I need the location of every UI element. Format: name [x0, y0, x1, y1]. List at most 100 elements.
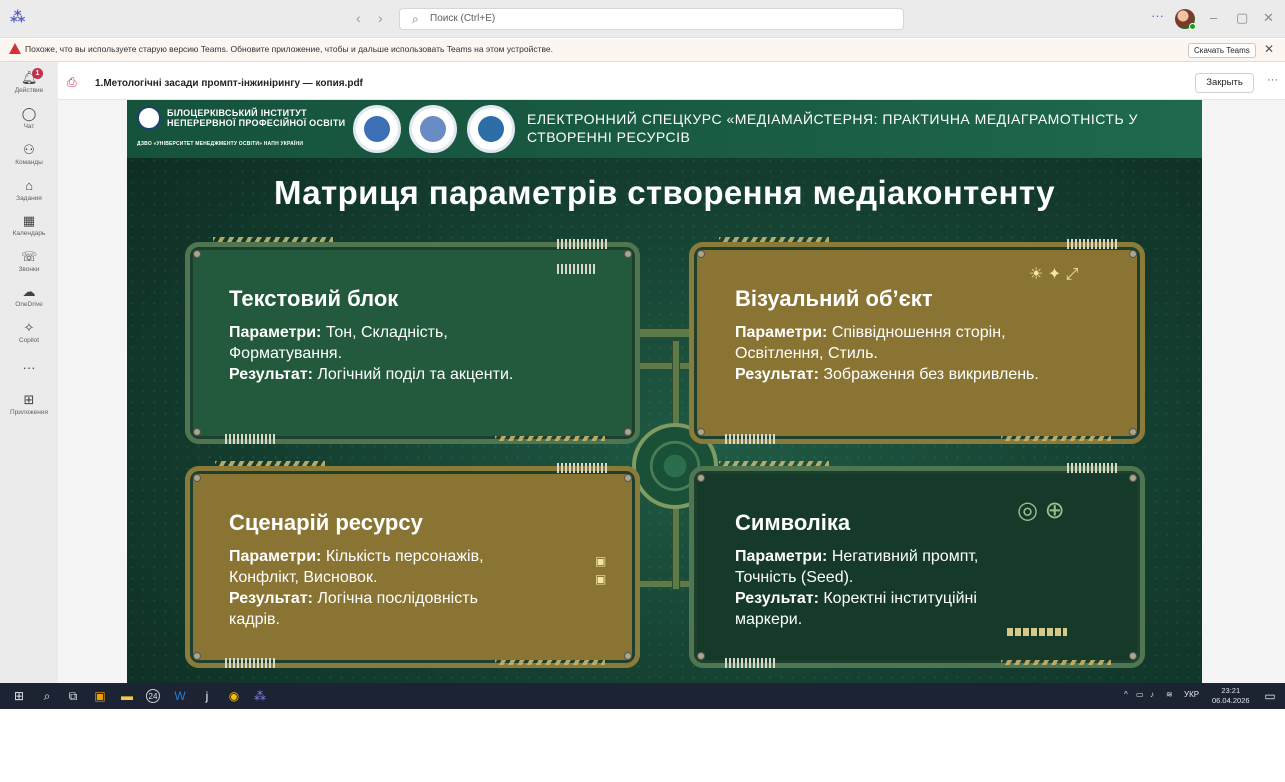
barcode-decoration [1067, 463, 1117, 473]
slide-heading: Матриця параметрів створення медіаконтен… [274, 174, 1055, 211]
rail-item-activity[interactable]: 🔔︎ 1 Действие [0, 68, 58, 94]
notification-badge: 1 [32, 68, 43, 79]
dismiss-warning-button[interactable]: ✕ [1264, 42, 1274, 56]
panel-title: Сценарій ресурсу [229, 510, 423, 535]
rail-item-assignments[interactable]: ⌂ Задания [0, 178, 58, 202]
rail-item-more[interactable]: ··· [0, 360, 58, 375]
hazard-stripe [213, 237, 333, 242]
rail-label: Copilot [18, 337, 40, 344]
institute-subtitle: ДЗВО «УНІВЕРСИТЕТ МЕНЕДЖМЕНТУ ОСВІТИ» НА… [137, 141, 304, 147]
rail-item-teams[interactable]: ⚇ Команды [0, 142, 58, 166]
rail-item-chat[interactable]: ◯ Чат [0, 106, 58, 130]
app-icon[interactable]: ▣ [93, 689, 107, 703]
barcode-decoration [557, 463, 607, 473]
partner-logo-icon [409, 105, 457, 153]
rail-label: Чат [23, 123, 35, 130]
windows-start-icon[interactable]: ⊞ [12, 689, 26, 703]
pdf-file-icon: ⎙ [67, 75, 77, 89]
search-input[interactable]: ⌕ Поиск (Ctrl+E) [399, 8, 904, 30]
course-title-line1: ЕЛЕКТРОННИЙ СПЕЦКУРС «МЕДІАМАЙСТЕРНЯ: ПР… [527, 111, 1138, 127]
hazard-stripe [495, 436, 605, 441]
panel-params: Параметри: Тон, Складність, [229, 324, 448, 341]
panel-result-cont: кадрів. [229, 611, 280, 628]
search-icon[interactable]: ⌕ [40, 689, 54, 703]
copilot-icon: ✧ [23, 320, 35, 335]
download-teams-button[interactable]: Скачать Teams [1188, 43, 1256, 58]
warning-icon [9, 43, 21, 54]
barcode-decoration [225, 434, 275, 444]
network-icon[interactable]: ≋ [1166, 690, 1173, 699]
panel-result: Результат: Коректні інституційні [735, 590, 977, 607]
notifications-center-icon[interactable]: ▭ [1263, 689, 1277, 703]
warning-text: Похоже, что вы используете старую версию… [25, 44, 553, 54]
minimize-button[interactable]: – [1210, 8, 1217, 28]
slide-banner: БІЛОЦЕРКІВСЬКИЙ ІНСТИТУТ НЕПЕРЕРВНОЇ ПРО… [127, 100, 1202, 158]
rail-item-onedrive[interactable]: ☁︎ OneDrive [0, 284, 58, 308]
rail-label: Звонки [18, 266, 40, 273]
update-warning-bar: Похоже, что вы используете старую версию… [0, 39, 1285, 62]
rail-item-copilot[interactable]: ✧ Copilot [0, 320, 58, 344]
brightness-icon: ☀ ✦ ⤢ [1029, 266, 1079, 283]
search-placeholder: Поиск (Ctrl+E) [430, 13, 496, 24]
title-bar: ⁂ ‹ › ⌕ Поиск (Ctrl+E) ··· – ▢ ✕ [0, 0, 1285, 38]
teams-logo-icon: ⁂ [10, 9, 26, 26]
barcode-decoration [225, 658, 275, 668]
word-icon[interactable]: W [173, 689, 187, 703]
rail-item-apps[interactable]: ⊞ Приложения [0, 392, 58, 416]
target-icon: ◎ ⊕ [1017, 497, 1065, 524]
phone-icon: ☏ [21, 249, 38, 264]
clock-date: 06.04.2026 [1212, 696, 1250, 705]
panel-result: Результат: Зображення без викривлень. [735, 366, 1039, 383]
barcode-decoration [1067, 239, 1117, 249]
close-document-button[interactable]: Закрыть [1195, 73, 1254, 93]
barcode-decoration [557, 264, 597, 274]
document-title: 1.Метологічні засади промпт-інжинірингу … [95, 78, 363, 89]
pdf-page: БІЛОЦЕРКІВСЬКИЙ ІНСТИТУТ НЕПЕРЕРВНОЇ ПРО… [127, 100, 1202, 683]
file-explorer-icon[interactable]: ▬ [120, 689, 134, 703]
panel-result-cont: маркери. [735, 611, 803, 628]
notification-count-icon[interactable]: 24 [146, 689, 160, 703]
search-icon: ⌕ [412, 12, 419, 26]
back-button[interactable]: ‹ [356, 10, 361, 26]
chrome-icon[interactable]: ◉ [227, 689, 241, 703]
panel-result: Результат: Логічний поділ та акценти. [229, 366, 514, 383]
hazard-stripe [215, 461, 325, 466]
teams-taskbar-icon[interactable]: ⁂ [253, 689, 267, 703]
journal-app-icon[interactable]: j [200, 689, 214, 703]
assignments-icon: ⌂ [25, 178, 33, 193]
partner-logo-icon [353, 105, 401, 153]
hazard-stripe [1001, 436, 1111, 441]
more-options-button[interactable]: ··· [1151, 8, 1165, 23]
panel-params-cont: Освітлення, Стиль. [735, 345, 878, 362]
panel-title: Візуальний об’єкт [735, 286, 933, 311]
forward-button[interactable]: › [378, 10, 383, 26]
panel-params-cont: Форматування. [229, 345, 343, 362]
document-header: ⎙ 1.Метологічні засади промпт-інжиніринг… [58, 62, 1285, 100]
document-more-button[interactable]: ··· [1267, 74, 1278, 86]
add-app-icon: ⊞ [23, 392, 35, 407]
presence-status-icon [1189, 23, 1196, 30]
tray-overflow-icon[interactable]: ^ [1124, 690, 1128, 699]
progress-decoration [1007, 628, 1067, 636]
app-rail: 🔔︎ 1 Действие ◯ Чат ⚇ Команды ⌂ Задания … [0, 62, 58, 683]
rail-label: Действие [14, 87, 44, 94]
rail-item-calls[interactable]: ☏ Звонки [0, 249, 58, 273]
panel-result: Результат: Логічна послідовність [229, 590, 478, 607]
course-title: ЕЛЕКТРОННИЙ СПЕЦКУРС «МЕДІАМАЙСТЕРНЯ: ПР… [527, 110, 1202, 146]
restore-button[interactable]: ▢ [1236, 8, 1248, 28]
language-indicator[interactable]: УКР [1184, 690, 1199, 699]
panel-params: Параметри: Негативний промпт, [735, 548, 979, 565]
task-view-icon[interactable]: ⧉ [66, 689, 80, 703]
rail-item-calendar[interactable]: ▦ Календарь [0, 213, 58, 237]
battery-icon[interactable]: ▭ [1136, 690, 1144, 699]
rail-label: Команды [15, 159, 43, 166]
panel-resource-scenario: ▣ ▣ Сценарій ресурсу Параметри: Кількість… [185, 461, 640, 668]
volume-icon[interactable]: ♪ [1150, 690, 1154, 699]
hazard-stripe [719, 461, 829, 466]
barcode-decoration [725, 434, 775, 444]
panel-text-block: Текстовий блок Параметри: Тон, Складніст… [185, 237, 640, 444]
barcode-decoration [557, 239, 607, 249]
partner-logo-icon [467, 105, 515, 153]
close-window-button[interactable]: ✕ [1263, 8, 1274, 28]
system-clock[interactable]: 23:21 06.04.2026 [1212, 686, 1250, 706]
